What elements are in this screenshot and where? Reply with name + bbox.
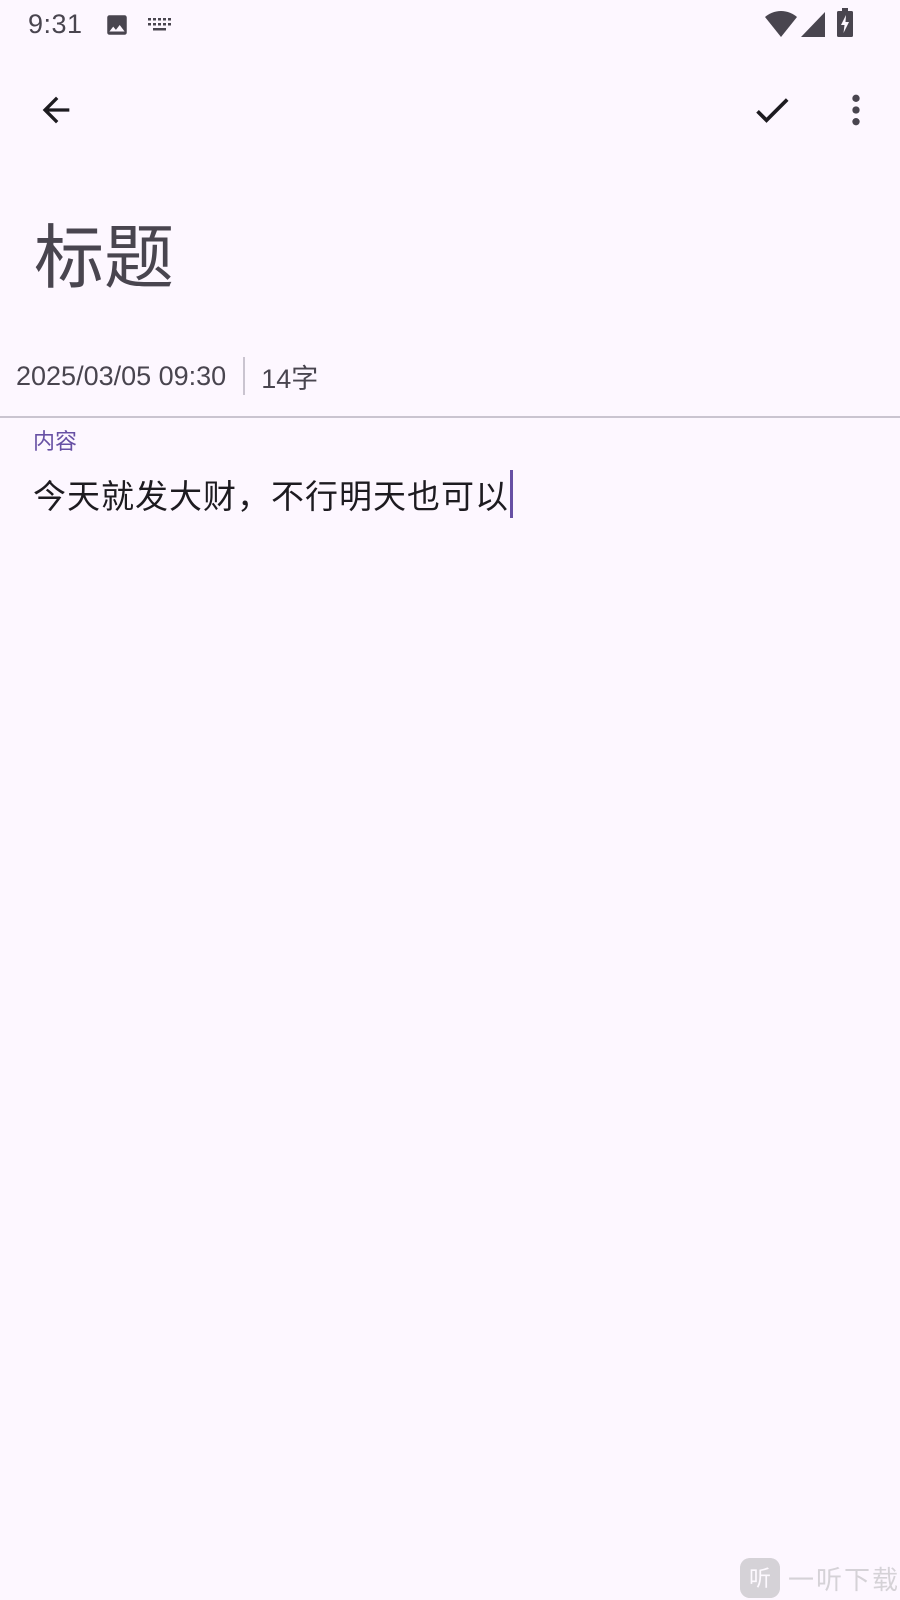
signal-icon [801,12,825,37]
svg-text:听: 听 [749,1567,771,1592]
meta-divider [243,357,246,395]
text-cursor [510,470,513,518]
keyboard-icon [148,18,171,31]
content-text[interactable]: 今天就发大财，不行明天也可以 [33,470,509,518]
content-text-row: 今天就发大财，不行明天也可以 [33,470,513,518]
word-count: 14字 [261,363,319,394]
note-title[interactable]: 标题 [34,220,174,297]
top-app-bar [0,52,900,172]
watermark: 听 一听下载 [740,1558,900,1598]
wifi-icon [765,11,797,37]
watermark-text: 一听下载 [788,1565,900,1596]
arrow-back-icon [42,96,70,124]
note-datetime: 2025/03/05 09:30 [16,360,227,391]
content-field[interactable]: 内容 今天就发大财，不行明天也可以 [0,418,900,538]
content-label: 内容 [33,430,78,455]
status-time: 9:31 [28,9,83,39]
image-icon [107,15,127,35]
back-button[interactable] [20,74,92,146]
status-bar: 9:31 [0,0,900,52]
battery-charging-icon [837,8,853,37]
more-options-button[interactable] [820,74,892,146]
note-meta: 2025/03/05 09:30 14字 [16,356,318,396]
more-vert-icon [852,94,860,126]
check-icon [756,98,789,123]
save-confirm-button[interactable] [736,74,808,146]
watermark-logo-icon: 听 [740,1558,780,1598]
